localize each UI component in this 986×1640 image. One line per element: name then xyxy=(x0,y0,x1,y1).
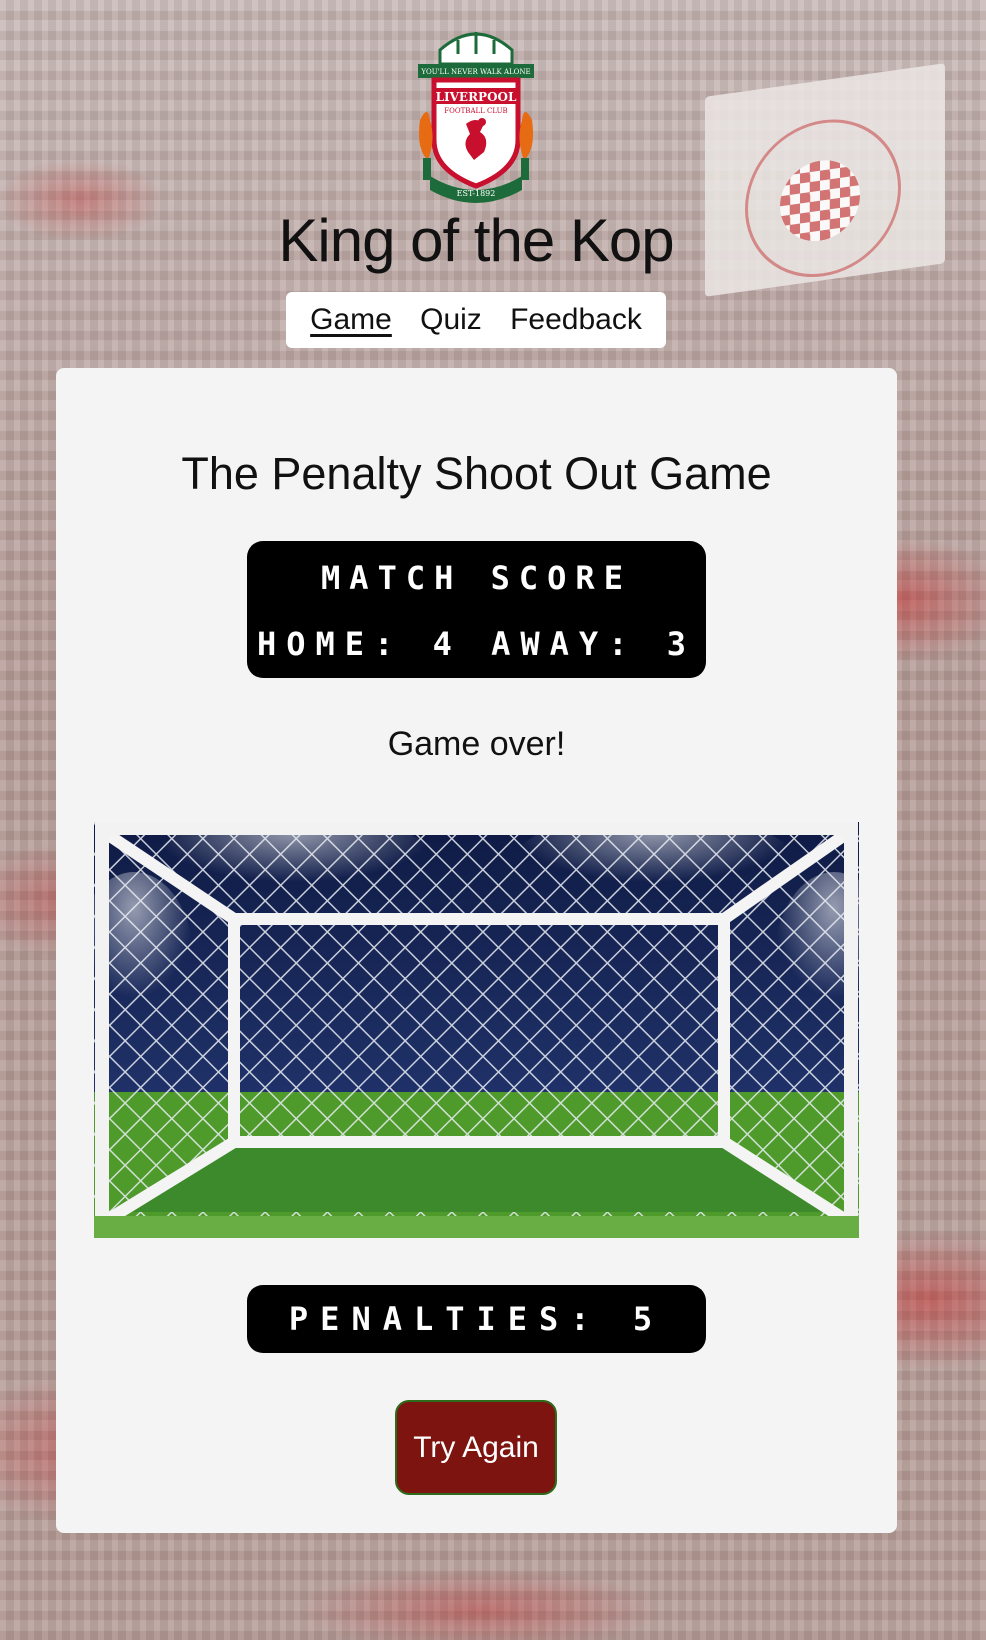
club-crest-logo: YOU'LL NEVER WALK ALONE LIVERPOOL FOOTBA… xyxy=(418,32,534,203)
scoreboard-line: Home: 4 Away: 3 xyxy=(247,625,706,663)
game-title: The Penalty Shoot Out Game xyxy=(181,448,772,499)
crest-motto: YOU'LL NEVER WALK ALONE xyxy=(420,68,530,76)
home-label: Home: xyxy=(257,625,404,663)
penalties-count: 5 xyxy=(632,1300,665,1338)
nav-link-quiz[interactable]: Quiz xyxy=(420,303,482,337)
main-nav: Game Quiz Feedback xyxy=(286,292,666,348)
try-again-button[interactable]: Try Again xyxy=(395,1400,557,1495)
home-score: 4 xyxy=(432,625,462,663)
game-status: Game over! xyxy=(387,725,566,763)
nav-link-feedback[interactable]: Feedback xyxy=(510,303,642,337)
away-label: Away: xyxy=(491,625,638,663)
nav-link-game[interactable]: Game xyxy=(310,303,392,337)
goal-net-area[interactable] xyxy=(94,822,859,1238)
scoreboard-heading: Match Score xyxy=(321,559,632,597)
match-scoreboard: Match Score Home: 4 Away: 3 xyxy=(247,541,706,678)
crest-sub-name: FOOTBALL CLUB xyxy=(444,107,507,115)
penalties-label: Penalties: xyxy=(288,1300,602,1338)
game-card: The Penalty Shoot Out Game Match Score H… xyxy=(56,368,897,1533)
penalties-counter: Penalties: 5 xyxy=(247,1285,706,1353)
crest-club-name: LIVERPOOL xyxy=(436,90,517,104)
away-score: 3 xyxy=(666,625,696,663)
crest-est: EST-1892 xyxy=(457,189,496,198)
site-title: King of the Kop xyxy=(278,207,674,274)
